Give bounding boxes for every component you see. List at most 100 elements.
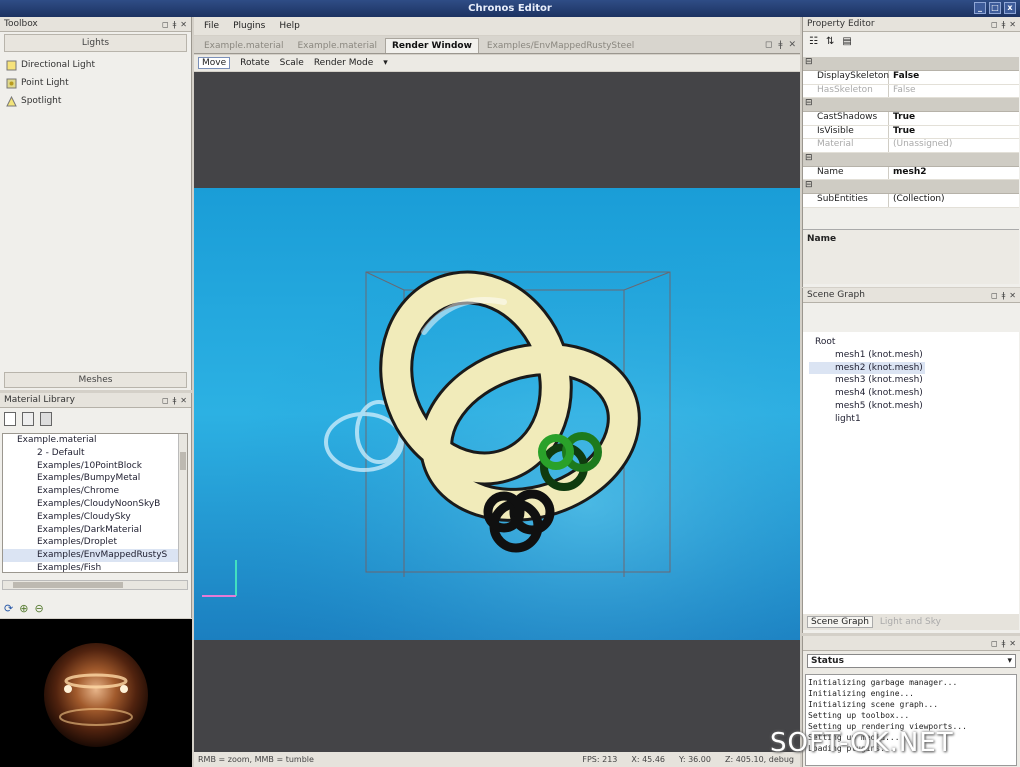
float-icon[interactable]: ◻ [162,20,169,29]
float-icon[interactable]: ◻ [991,639,998,648]
property-row[interactable]: DisplaySkeleton False [803,71,1019,85]
viewport-tool[interactable]: Scale [280,58,304,68]
scene-graph-node[interactable]: Root [809,336,1013,349]
meshes-tab[interactable]: Meshes [4,372,187,388]
float-icon[interactable]: ◻ [991,291,998,300]
zoom-out-icon[interactable]: ⊖ [34,602,43,615]
pin-icon[interactable]: ǂ [1002,639,1006,648]
refresh-icon[interactable]: ⟳ [4,602,13,615]
viewport-tool[interactable]: ▾ [383,58,388,68]
material-tree-item[interactable]: Examples/CloudyNoonSkyB [3,498,179,511]
property-value[interactable]: True [889,126,915,139]
pin-icon[interactable]: ǂ [778,40,782,50]
close-icon[interactable]: ✕ [1009,20,1016,29]
delete-file-icon[interactable] [40,412,52,426]
property-row[interactable]: HasSkeleton False [803,84,1019,98]
scene-graph-node[interactable]: light1 [809,413,1013,426]
close-icon[interactable]: ✕ [180,396,187,405]
pin-icon[interactable]: ǂ [173,20,177,29]
property-description: Name [803,229,1019,284]
scene-graph-row: mesh4 (knot.mesh) [809,387,1013,400]
material-tree[interactable]: Example.material 2 - Default Examples/10Po… [2,433,188,573]
material-tree-item[interactable]: Examples/10PointBlock [3,460,179,473]
material-tree-item[interactable]: Examples/DarkMaterial [3,524,179,537]
property-value[interactable]: False [889,85,916,98]
render-viewport[interactable] [194,72,800,752]
tab-scene-graph[interactable]: Scene Graph [807,616,873,628]
material-tree-item[interactable]: Examples/BumpyMetal [3,472,179,485]
material-tree-scrollbar[interactable] [178,434,187,572]
window-controls: _ □ x [974,2,1016,14]
editor-tab[interactable]: Examples/EnvMappedRustySteel [481,39,640,53]
viewport-tool[interactable]: Render Mode [314,58,373,68]
minimize-button[interactable]: _ [974,2,986,14]
material-tree-hscroll[interactable] [2,580,188,590]
property-category[interactable]: ⊟ [803,57,1019,71]
menu-item-plugins[interactable]: Plugins [233,21,265,31]
property-value[interactable]: False [889,71,919,84]
scene-graph-tree[interactable]: Root mesh1 (knot.mesh) mesh2 (knot.mesh) me… [803,332,1019,614]
property-value[interactable]: (Unassigned) [889,139,952,152]
property-row[interactable]: CastShadows True [803,112,1019,126]
pin-icon[interactable]: ǂ [173,396,177,405]
editor-tab[interactable]: Example.material [198,39,289,53]
close-icon[interactable]: ✕ [788,40,796,50]
close-icon[interactable]: ✕ [1009,291,1016,300]
close-icon[interactable]: ✕ [1009,639,1016,648]
material-tree-item[interactable]: Examples/Droplet [3,536,179,549]
scene-render[interactable] [194,72,800,752]
material-tree-item[interactable]: 2 - Default [3,447,179,460]
scene-graph-node[interactable]: mesh5 (knot.mesh) [809,400,1013,413]
material-tree-item[interactable]: Example.material [3,434,179,447]
material-tree-item[interactable]: Examples/Fish [3,562,179,572]
toolbox-item-spotlight[interactable]: Spotlight [6,92,185,110]
new-file-icon[interactable] [4,412,16,426]
editor-tab[interactable]: Render Window [384,38,479,53]
scene-graph-node[interactable]: mesh1 (knot.mesh) [809,349,1013,362]
property-category[interactable]: ⊟ [803,180,1019,194]
property-value[interactable]: mesh2 [889,167,927,180]
menu-item-help[interactable]: Help [279,21,300,31]
property-category[interactable]: ⊟ [803,152,1019,167]
float-icon[interactable]: ◻ [765,40,772,50]
material-library-title: Material Library [4,395,75,405]
tab-light-and-sky[interactable]: Light and Sky [877,617,944,627]
open-file-icon[interactable] [22,412,34,426]
scrollbar-thumb[interactable] [13,582,123,588]
sort-icon[interactable]: ⇅ [826,36,834,47]
property-value[interactable]: (Collection) [889,194,945,207]
float-icon[interactable]: ◻ [162,396,169,405]
menu-item-file[interactable]: File [204,21,219,31]
log-line: Initializing scene graph... [808,700,939,709]
viewport-tool[interactable]: Rotate [240,58,269,68]
float-icon[interactable]: ◻ [991,20,998,29]
log-category-select[interactable]: Status ▾ [807,654,1016,668]
toolbox-item-point-light[interactable]: Point Light [6,74,185,92]
scene-graph-node[interactable]: mesh3 (knot.mesh) [809,374,1013,387]
property-value[interactable]: True [889,112,915,125]
material-tree-item[interactable]: Examples/Chrome [3,485,179,498]
property-row[interactable]: Name mesh2 [803,166,1019,180]
material-tree-item[interactable]: Examples/EnvMappedRustyS [3,549,179,562]
viewport-tool[interactable]: Move [198,57,231,69]
zoom-in-icon[interactable]: ⊕ [19,602,28,615]
property-category[interactable]: ⊟ [803,98,1019,112]
close-button[interactable]: x [1004,2,1016,14]
editor-tab[interactable]: Example.material [291,39,382,53]
property-key: SubEntities [803,194,889,207]
properties-icon[interactable]: ▤ [842,36,851,47]
toolbox-item-directional-light[interactable]: Directional Light [6,56,185,74]
property-row[interactable]: Material (Unassigned) [803,139,1019,153]
property-row[interactable]: SubEntities (Collection) [803,194,1019,208]
lights-tab[interactable]: Lights [4,34,187,52]
categorized-icon[interactable]: ☷ [809,36,818,47]
close-icon[interactable]: ✕ [180,20,187,29]
property-row[interactable]: IsVisible True [803,125,1019,139]
scene-graph-node[interactable]: mesh4 (knot.mesh) [809,387,1013,400]
pin-icon[interactable]: ǂ [1002,20,1006,29]
scrollbar-thumb[interactable] [180,452,186,470]
pin-icon[interactable]: ǂ [1002,291,1006,300]
material-tree-item[interactable]: Examples/CloudySky [3,511,179,524]
maximize-button[interactable]: □ [989,2,1001,14]
scene-graph-node[interactable]: mesh2 (knot.mesh) [809,361,925,375]
